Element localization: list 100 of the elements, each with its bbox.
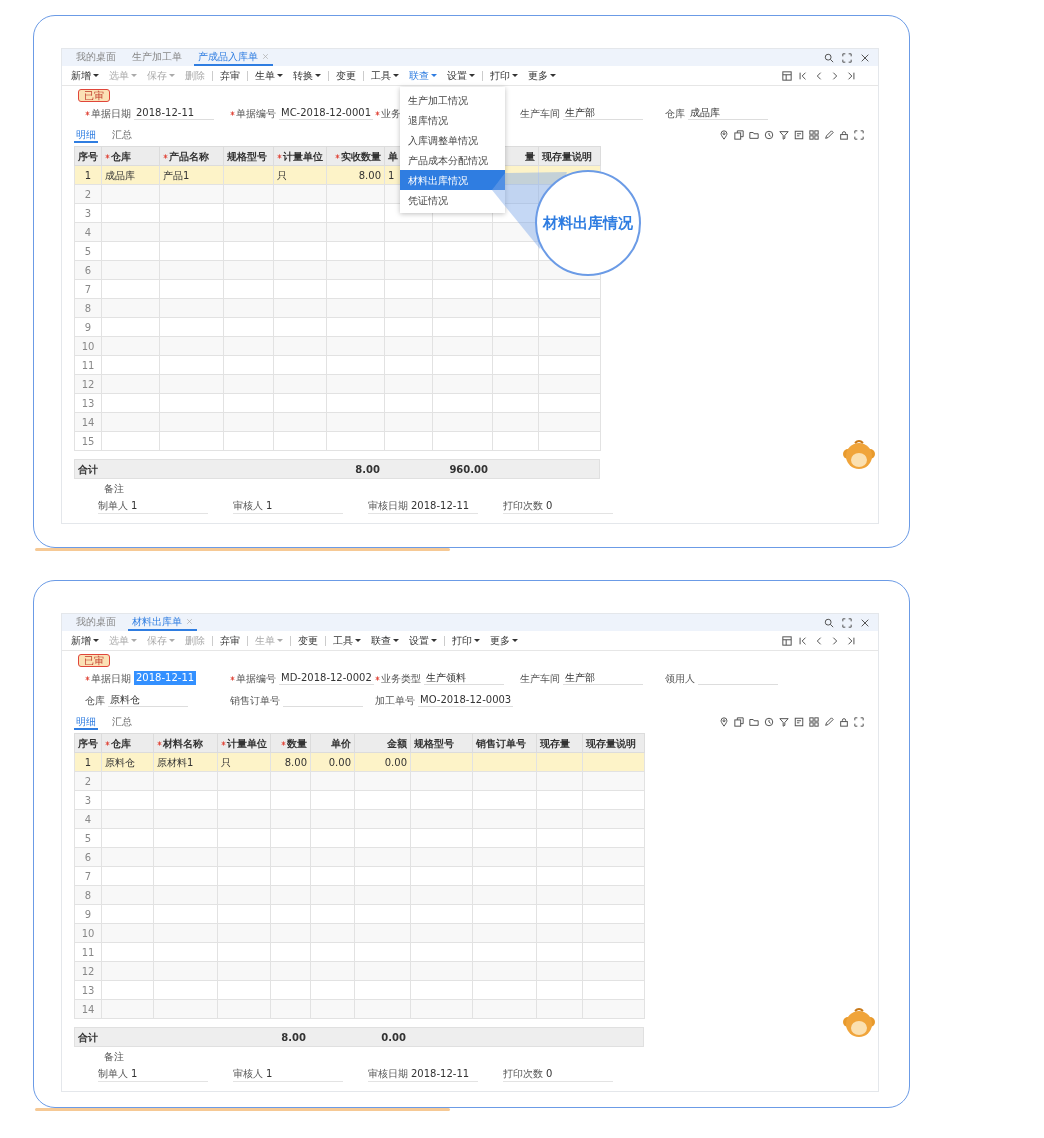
table-cell [326,203,385,223]
column-header[interactable]: 计量单位 [217,733,271,753]
toolbar-button[interactable]: 更多 [523,70,561,81]
input-field[interactable]: 原料仓 [108,693,188,707]
input-field[interactable]: 生产领料 [424,671,504,685]
note-icon[interactable] [794,130,804,140]
clock-icon[interactable] [764,717,774,727]
last-page-icon[interactable] [846,70,856,81]
input-field[interactable]: 2018-12-11 [134,106,214,120]
input-field[interactable]: 生产部 [563,106,643,120]
folder-icon[interactable] [749,130,759,140]
table-cell [101,279,160,299]
fullscreen-icon[interactable] [854,717,864,727]
field-label: 制单人 [98,499,128,513]
close-icon[interactable] [860,52,870,63]
column-header[interactable]: 销售订单号 [472,733,537,753]
column-header[interactable]: 仓库 [101,146,160,166]
field-label: 加工单号 [375,693,415,708]
column-header[interactable]: 仓库 [101,733,154,753]
column-header[interactable]: 单价 [310,733,355,753]
input-field[interactable]: 生产部 [563,671,643,685]
toolbar-button[interactable]: 新增 [66,635,104,646]
lock-icon[interactable] [839,717,849,727]
prev-icon[interactable] [814,635,824,646]
lock-icon[interactable] [839,130,849,140]
input-field[interactable]: 成品库 [688,106,768,120]
copy-icon[interactable] [734,130,744,140]
first-page-icon[interactable] [798,635,808,646]
toolbar-button[interactable]: 变更 [293,635,323,646]
toolbar-button[interactable]: 打印 [485,70,523,81]
column-header[interactable]: 金额 [354,733,411,753]
toolbar-button[interactable]: 生单 [250,70,288,81]
menu-item[interactable]: 凭证情况 [400,190,505,210]
toolbar-button[interactable]: 联查 [366,635,404,646]
column-header[interactable]: 序号 [74,733,102,753]
toolbar-button[interactable]: 转换 [288,70,326,81]
pin-icon[interactable] [719,717,729,727]
table-icon[interactable] [782,70,792,81]
column-header[interactable]: 现存量说明 [582,733,645,753]
column-header[interactable]: 材料名称 [153,733,218,753]
close-icon[interactable] [860,617,870,628]
pin-icon[interactable] [719,130,729,140]
column-header[interactable]: 现存量说明 [538,146,601,166]
maximize-icon[interactable] [842,52,852,63]
copy-icon[interactable] [734,717,744,727]
toolbar-button[interactable]: 打印 [447,635,485,646]
filter-icon[interactable] [779,130,789,140]
menu-item[interactable]: 材料出库情况 [400,170,505,190]
search-icon[interactable] [824,617,834,628]
note-icon[interactable] [794,717,804,727]
toolbar-button[interactable]: 工具 [328,635,366,646]
column-header[interactable]: 计量单位 [273,146,327,166]
filter-icon[interactable] [779,717,789,727]
next-icon[interactable] [830,70,840,81]
toolbar-button[interactable]: 弃审 [215,70,245,81]
last-page-icon[interactable] [846,635,856,646]
first-page-icon[interactable] [798,70,808,81]
fullscreen-icon[interactable] [854,130,864,140]
table-cell [472,866,537,886]
toolbar-button[interactable]: 工具 [366,70,404,81]
maximize-icon[interactable] [842,617,852,628]
document-tab[interactable]: 材料出库单 [128,614,197,631]
prev-icon[interactable] [814,70,824,81]
column-header[interactable]: 序号 [74,146,102,166]
field-label: 审核人 [233,1067,263,1081]
column-header[interactable]: 规格型号 [223,146,274,166]
search-icon[interactable] [824,52,834,63]
column-header[interactable]: 现存量 [536,733,583,753]
document-tab[interactable]: 产成品入库单 [194,49,273,66]
section-tab[interactable]: 明细 [74,128,98,143]
column-header[interactable]: 产品名称 [159,146,224,166]
section-tab[interactable]: 汇总 [110,715,134,730]
section-tab[interactable]: 明细 [74,715,98,730]
pencil-icon[interactable] [824,130,834,140]
column-header[interactable]: 数量 [270,733,311,753]
column-header[interactable]: 规格型号 [410,733,473,753]
toolbar-button[interactable]: 更多 [485,635,523,646]
table-cell [101,904,154,924]
toolbar-button[interactable]: 弃审 [215,635,245,646]
menu-item[interactable]: 生产加工情况 [400,90,505,110]
menu-item[interactable]: 退库情况 [400,110,505,130]
input-field[interactable]: MD-2018-12-0002 [279,671,374,685]
grid-icon[interactable] [809,717,819,727]
row-number: 15 [74,431,102,451]
folder-icon[interactable] [749,717,759,727]
table-icon[interactable] [782,635,792,646]
toolbar-button[interactable]: 设置 [442,70,480,81]
grid-icon[interactable] [809,130,819,140]
toolbar-button[interactable]: 变更 [331,70,361,81]
section-tab[interactable]: 汇总 [110,128,134,143]
input-field[interactable]: MO-2018-12-0003 [418,693,514,707]
input-field[interactable]: MC-2018-12-0001 [279,106,374,120]
column-header[interactable]: 实收数量 [326,146,385,166]
toolbar-button[interactable]: 联查 [404,70,442,81]
clock-icon[interactable] [764,130,774,140]
pencil-icon[interactable] [824,717,834,727]
toolbar-button[interactable]: 新增 [66,70,104,81]
next-icon[interactable] [830,635,840,646]
caret-icon [315,74,321,77]
toolbar-button[interactable]: 设置 [404,635,442,646]
